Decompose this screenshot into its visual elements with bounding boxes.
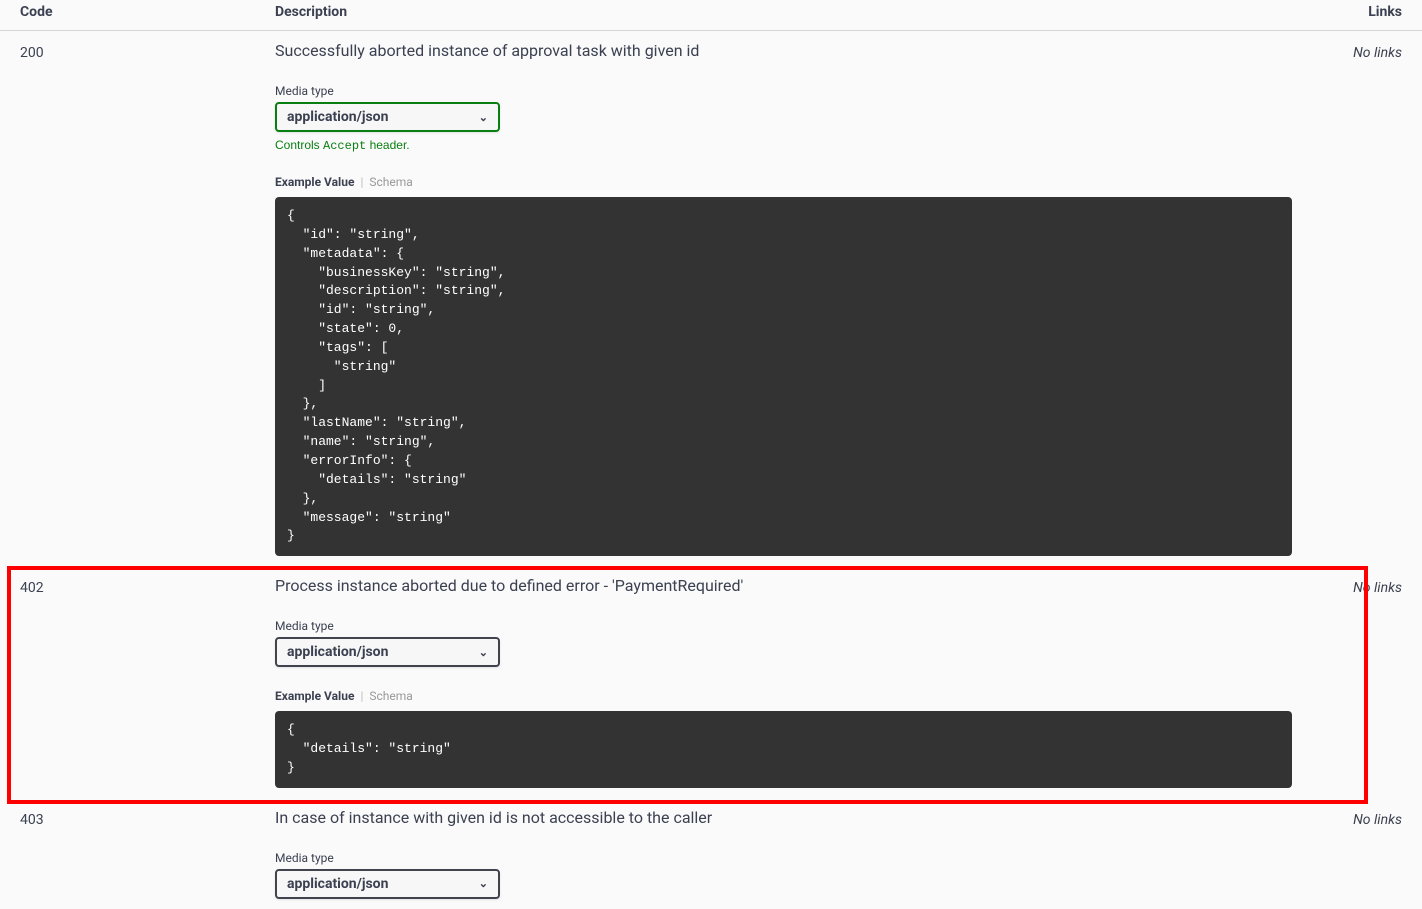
response-code: 403 <box>20 808 275 899</box>
response-links: No links <box>1347 576 1402 788</box>
header-links: Links <box>1347 4 1402 20</box>
media-type-value: application/json <box>287 876 388 892</box>
response-description: In case of instance with given id is not… <box>275 808 1347 827</box>
response-links: No links <box>1347 808 1402 899</box>
chevron-down-icon: ⌄ <box>479 877 488 890</box>
response-description-col: In case of instance with given id is not… <box>275 808 1347 899</box>
example-schema-tabs: Example Value|Schema <box>275 175 1347 189</box>
media-type-label: Media type <box>275 851 1347 865</box>
media-type-value: application/json <box>287 109 388 125</box>
media-type-select[interactable]: application/json ⌄ <box>275 869 500 899</box>
media-type-select[interactable]: application/json ⌄ <box>275 637 500 667</box>
chevron-down-icon: ⌄ <box>479 646 488 659</box>
media-type-value: application/json <box>287 644 388 660</box>
response-description-col: Process instance aborted due to defined … <box>275 576 1347 788</box>
response-links: No links <box>1347 41 1402 556</box>
chevron-down-icon: ⌄ <box>479 111 488 124</box>
example-json-block[interactable]: { "id": "string", "metadata": { "busines… <box>275 197 1292 556</box>
response-code: 402 <box>20 576 275 788</box>
response-row-402: 402 Process instance aborted due to defi… <box>0 566 1422 798</box>
response-description-col: Successfully aborted instance of approva… <box>275 41 1347 556</box>
media-type-label: Media type <box>275 619 1347 633</box>
example-json-block[interactable]: { "details": "string" } <box>275 711 1292 788</box>
table-header: Code Description Links <box>0 0 1422 31</box>
media-type-select[interactable]: application/json ⌄ <box>275 102 500 132</box>
response-row-200: 200 Successfully aborted instance of app… <box>0 31 1422 566</box>
header-code: Code <box>20 4 275 20</box>
response-description: Successfully aborted instance of approva… <box>275 41 1347 60</box>
accept-header-hint: Controls Accept header. <box>275 138 1347 153</box>
response-code: 200 <box>20 41 275 556</box>
tab-schema[interactable]: Schema <box>369 175 412 189</box>
response-row-403: 403 In case of instance with given id is… <box>0 798 1422 909</box>
response-description: Process instance aborted due to defined … <box>275 576 1347 595</box>
header-description: Description <box>275 4 1347 20</box>
media-type-label: Media type <box>275 84 1347 98</box>
tab-example-value[interactable]: Example Value <box>275 689 354 703</box>
example-schema-tabs: Example Value|Schema <box>275 689 1347 703</box>
tab-example-value[interactable]: Example Value <box>275 175 354 189</box>
tab-schema[interactable]: Schema <box>369 689 412 703</box>
